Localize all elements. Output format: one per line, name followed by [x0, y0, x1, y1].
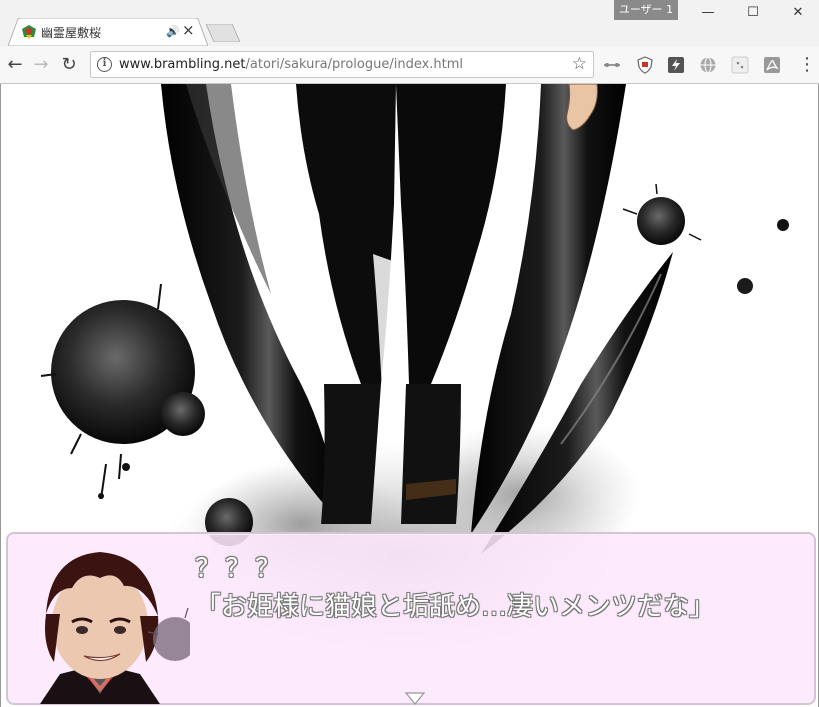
ink-dot — [737, 278, 753, 294]
back-button[interactable]: ← — [4, 54, 26, 76]
url-host: www.brambling.net — [119, 57, 246, 72]
small-extension-icon[interactable] — [731, 56, 749, 74]
speaker-portrait — [40, 552, 190, 704]
pdf-extension-icon[interactable] — [763, 56, 781, 74]
browser-menu-icon[interactable]: ⋮ — [798, 56, 816, 74]
forward-button[interactable]: → — [30, 54, 52, 76]
address-bar[interactable]: i www.brambling.net/atori/sakura/prologu… — [90, 51, 594, 78]
reload-button[interactable]: ↻ — [58, 54, 80, 76]
browser-titlebar: 幽霊屋敷桜 🔊 × ユーザー 1 — ☐ ✕ — [0, 0, 819, 46]
tab-close-icon[interactable]: × — [182, 21, 195, 39]
ink-blot-right — [622, 183, 702, 245]
ink-blot-small — [161, 392, 205, 436]
bolt-extension-icon[interactable] — [667, 56, 685, 74]
speaker-icon[interactable]: 🔊 — [166, 25, 180, 38]
url-path: /atori/sakura/prologue/index.html — [245, 57, 464, 72]
user-profile-badge[interactable]: ユーザー 1 — [614, 0, 678, 20]
site-favicon-icon — [22, 25, 36, 39]
tab-title: 幽霊屋敷桜 — [41, 26, 102, 40]
ink-dot — [777, 219, 789, 231]
ink-blot-large — [40, 283, 195, 500]
minimize-button[interactable]: — — [697, 4, 719, 22]
speaker-name: ？？？ — [195, 554, 286, 584]
site-info-icon[interactable]: i — [97, 57, 112, 72]
game-viewport[interactable]: ？？？ 「お姫様に猫娘と垢舐め…凄いメンツだな」 — [0, 84, 819, 707]
browser-toolbar: ← → ↻ i www.brambling.net/atori/sakura/p… — [0, 46, 819, 84]
link-extension-icon[interactable] — [603, 56, 621, 74]
bookmark-star-icon[interactable]: ☆ — [572, 54, 587, 74]
next-arrow-icon[interactable] — [405, 692, 425, 705]
maximize-button[interactable]: ☐ — [742, 4, 764, 22]
shield-extension-icon[interactable] — [636, 56, 654, 74]
dialogue-text: 「お姫様に猫娘と垢舐め…凄いメンツだな」 — [195, 592, 716, 622]
new-tab-button[interactable] — [206, 24, 240, 42]
browser-tab[interactable]: 幽霊屋敷桜 🔊 × — [8, 18, 208, 46]
globe-extension-icon[interactable] — [699, 56, 717, 74]
message-window[interactable]: ？？？ 「お姫様に猫娘と垢舐め…凄いメンツだな」 — [6, 532, 816, 705]
address-url[interactable]: www.brambling.net/atori/sakura/prologue/… — [119, 57, 463, 72]
window-close-button[interactable]: ✕ — [787, 4, 809, 22]
